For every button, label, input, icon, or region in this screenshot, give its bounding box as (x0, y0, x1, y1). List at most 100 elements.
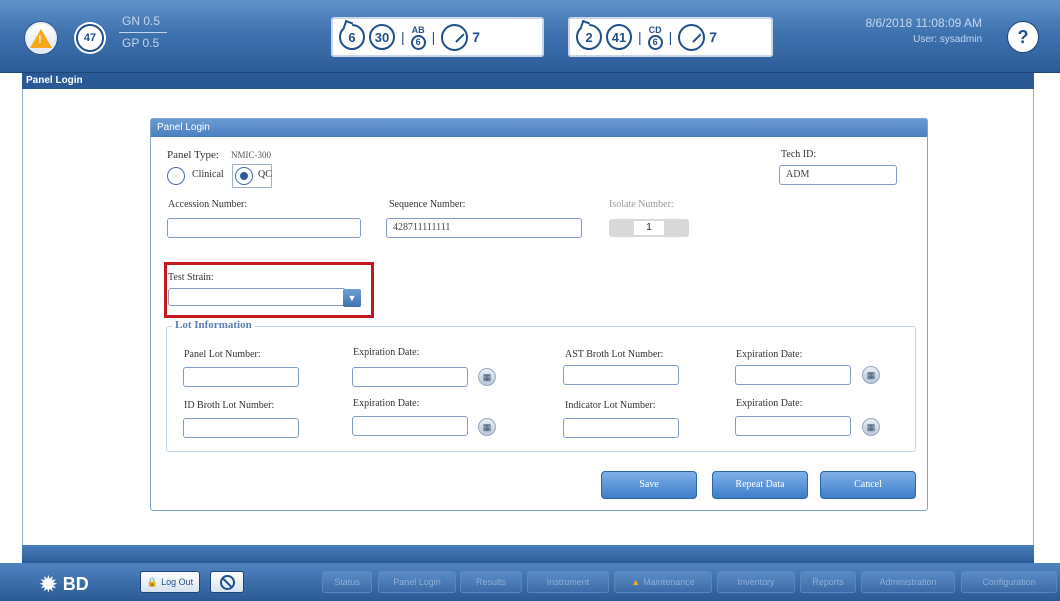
accession-input[interactable] (167, 218, 361, 238)
panel-lot-input[interactable] (183, 367, 299, 387)
indicator-lot-input[interactable] (563, 418, 679, 438)
id-broth-input[interactable] (183, 418, 299, 438)
expiration-date-input[interactable] (352, 367, 468, 387)
nav-maintenance-label: Maintenance (643, 577, 695, 587)
panel-lot-label: Panel Lot Number: (184, 349, 261, 360)
lock-icon: 🔒 (146, 576, 159, 587)
count-ring: 41 (606, 24, 632, 50)
panel-type-label: Panel Type: (167, 149, 219, 161)
clinical-radio[interactable] (167, 167, 185, 185)
gauge-icon (678, 23, 706, 51)
nav-maintenance[interactable]: ▲ Maintenance (614, 571, 712, 593)
bd-star-icon: ✹ (40, 574, 57, 596)
isolate-stepper[interactable]: 1 (609, 219, 689, 237)
gauge-value: 7 (709, 29, 718, 45)
instrument-status-ab[interactable]: 6 30 | AB 6 | 7 (331, 17, 544, 57)
bd-logo: ✹ BD (40, 572, 89, 597)
nav-instrument[interactable]: Instrument (527, 571, 609, 593)
no-entry-icon (219, 574, 235, 590)
ast-broth-label: AST Broth Lot Number: (565, 349, 664, 360)
window-bottom-bar (22, 545, 1034, 563)
expiration-date-label: Expiration Date: (736, 349, 803, 360)
current-user: User: sysadmin (913, 34, 982, 45)
expiration-date-input[interactable] (352, 416, 468, 436)
nav-instrument-label: Instrument (546, 577, 590, 587)
expiration-date-label: Expiration Date: (353, 347, 420, 358)
nav-inventory[interactable]: Inventory (717, 571, 795, 593)
nav-status[interactable]: Status (322, 571, 372, 593)
drawer-count: 6 (410, 34, 426, 50)
window-title: Panel Login (22, 73, 1034, 89)
separator: | (668, 29, 673, 45)
nav-panel-login-label: Panel Login (393, 577, 441, 587)
footer-bar: ✹ BD 🔒 Log Out Status Panel Login Result… (0, 563, 1060, 601)
ast-broth-input[interactable] (563, 365, 679, 385)
isolate-value: 1 (634, 221, 664, 235)
nav-results-label: Results (475, 577, 506, 587)
separator: | (638, 29, 642, 45)
top-status-bar: ! 47 GN 0.5 GP 0.5 6 30 | AB 6 | 7 2 41 … (0, 0, 1060, 73)
nav-administration-label: Administration (879, 577, 937, 587)
repeat-data-button[interactable]: Repeat Data (712, 471, 808, 499)
tech-id-input[interactable]: ADM (779, 165, 897, 185)
cancel-button[interactable]: Cancel (820, 471, 916, 499)
dialog-title: Panel Login (151, 119, 927, 137)
calendar-icon[interactable]: ▦ (862, 366, 880, 384)
calendar-icon[interactable]: ▦ (862, 418, 880, 436)
nav-reports-label: Reports (812, 577, 844, 587)
tech-id-label: Tech ID: (781, 149, 817, 160)
no-entry-button[interactable] (210, 571, 244, 593)
nav-panel-login[interactable]: Panel Login (378, 571, 456, 593)
gauge-value: 7 (472, 29, 481, 45)
gp-status: GP 0.5 (122, 36, 160, 50)
count-ring: 30 (369, 24, 395, 50)
drawer-status: AB 6 (410, 24, 426, 50)
id-broth-label: ID Broth Lot Number: (184, 400, 275, 411)
save-button[interactable]: Save (601, 471, 697, 499)
sequence-input[interactable]: 428711111111 (386, 218, 582, 238)
panel-type-value: NMIC-300 (231, 150, 271, 160)
nav-administration[interactable]: Administration (861, 571, 955, 593)
gn-status: GN 0.5 (122, 14, 161, 28)
log-out-button[interactable]: 🔒 Log Out (140, 571, 200, 593)
clinical-radio-label: Clinical (192, 169, 224, 180)
rotate-icon: 2 (576, 24, 602, 50)
panel-count-badge[interactable]: 47 (76, 24, 104, 52)
calendar-icon[interactable]: ▦ (478, 418, 496, 436)
drawer-label: AB (411, 24, 425, 35)
calendar-icon[interactable]: ▦ (478, 368, 496, 386)
expiration-date-label: Expiration Date: (736, 398, 803, 409)
qc-radio-label: QC (258, 169, 272, 180)
nav-reports[interactable]: Reports (800, 571, 856, 593)
isolate-label: Isolate Number: (609, 199, 674, 210)
nav-configuration[interactable]: Configuration (961, 571, 1057, 593)
accession-label: Accession Number: (168, 199, 248, 210)
help-icon[interactable]: ? (1008, 22, 1038, 52)
expiration-date-input[interactable] (735, 365, 851, 385)
nav-inventory-label: Inventory (737, 577, 775, 587)
qc-radio[interactable] (235, 167, 253, 185)
chevron-down-icon[interactable]: ▼ (343, 289, 361, 307)
sequence-label: Sequence Number: (389, 199, 466, 210)
warning-icon: ▲ (631, 577, 641, 587)
log-out-label: Log Out (161, 577, 194, 587)
indicator-lot-label: Indicator Lot Number: (565, 400, 656, 411)
drawer-label: CD (648, 24, 662, 35)
nav-status-label: Status (334, 577, 360, 587)
expiration-date-input[interactable] (735, 416, 851, 436)
nav-configuration-label: Configuration (982, 577, 1036, 587)
date-time: 8/6/2018 11:08:09 AM (865, 16, 982, 30)
test-strain-label: Test Strain: (168, 272, 214, 283)
separator: | (401, 29, 405, 45)
expiration-date-label: Expiration Date: (353, 398, 420, 409)
drawer-status: CD 6 (647, 24, 663, 50)
alert-icon[interactable]: ! (25, 22, 57, 54)
drawer-count: 6 (647, 34, 663, 50)
nav-results[interactable]: Results (460, 571, 522, 593)
gauge-icon (441, 23, 469, 51)
gn-gp-divider (119, 32, 167, 33)
test-strain-select[interactable] (168, 288, 346, 306)
bd-logo-text: BD (62, 574, 89, 594)
instrument-status-cd[interactable]: 2 41 | CD 6 | 7 (568, 17, 773, 57)
lot-information-label: Lot Information (172, 319, 255, 331)
